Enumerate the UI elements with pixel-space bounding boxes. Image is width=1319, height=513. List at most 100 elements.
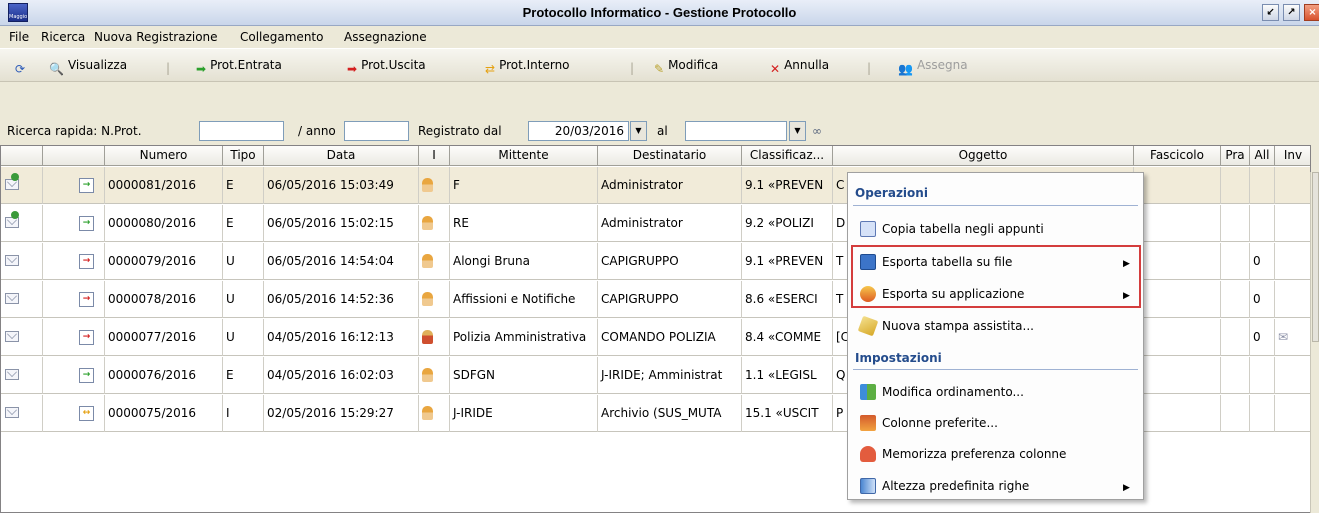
tipo-cell: U bbox=[223, 319, 264, 356]
fascicolo-cell bbox=[1134, 167, 1221, 204]
attachment-cell: 0 bbox=[1250, 319, 1275, 356]
mittente-cell: RE bbox=[450, 205, 598, 242]
destinatario-cell: Archivio (SUS_MUTA bbox=[598, 395, 742, 432]
destinatario-cell: COMANDO POLIZIA bbox=[598, 319, 742, 356]
minimize-button[interactable]: ↙ bbox=[1262, 4, 1279, 21]
menu-bar: File Ricerca Nuova Registrazione Collega… bbox=[0, 26, 1319, 48]
menu-divider bbox=[853, 205, 1138, 206]
column-header-numero[interactable]: Numero bbox=[105, 146, 223, 166]
export-table-file-menu-item[interactable]: Esporta tabella su file bbox=[860, 254, 1012, 270]
column-header-destinatario[interactable]: Destinatario bbox=[598, 146, 742, 166]
person-icon bbox=[422, 368, 433, 382]
app-export-icon bbox=[860, 286, 876, 302]
pra-cell bbox=[1221, 281, 1250, 318]
person-icon bbox=[422, 216, 433, 230]
assegna-button: 👥 Assegna bbox=[898, 58, 968, 76]
fascicolo-cell bbox=[1134, 357, 1221, 394]
column-header-tipo[interactable]: Tipo bbox=[223, 146, 264, 166]
maximize-button[interactable]: ↗ bbox=[1283, 4, 1300, 21]
application-window: Maggioli Protocollo Informatico - Gestio… bbox=[0, 0, 1319, 513]
year-input[interactable] bbox=[344, 121, 409, 141]
inv-cell bbox=[1275, 243, 1310, 280]
red-x-icon: ✕ bbox=[770, 62, 781, 76]
data-cell: 06/05/2016 15:03:49 bbox=[264, 167, 419, 204]
protocol-number-input[interactable] bbox=[199, 121, 284, 141]
envelope-icon bbox=[5, 331, 19, 342]
numero-cell: 0000078/2016 bbox=[105, 281, 223, 318]
floppy-disk-icon bbox=[860, 254, 876, 270]
pra-cell bbox=[1221, 167, 1250, 204]
check-icon bbox=[11, 211, 19, 219]
column-header-inv[interactable]: Inv bbox=[1275, 146, 1310, 166]
numero-cell: 0000079/2016 bbox=[105, 243, 223, 280]
submenu-arrow-icon: ▶ bbox=[1123, 259, 1130, 269]
vertical-scrollbar[interactable] bbox=[1310, 172, 1319, 513]
check-icon bbox=[11, 173, 19, 181]
copy-table-menu-item[interactable]: Copia tabella negli appunti bbox=[860, 221, 1044, 237]
window-title: Protocollo Informatico - Gestione Protoc… bbox=[522, 5, 797, 20]
column-header-fascicolo[interactable]: Fascicolo bbox=[1134, 146, 1221, 166]
new-print-menu-item[interactable]: Nuova stampa assistita... bbox=[857, 315, 1034, 337]
data-cell: 02/05/2016 15:29:27 bbox=[264, 395, 419, 432]
all-cell bbox=[1250, 167, 1275, 204]
incoming-document-icon: → bbox=[79, 216, 94, 231]
column-header-pra[interactable]: Pra bbox=[1221, 146, 1250, 166]
data-cell: 06/05/2016 15:02:15 bbox=[264, 205, 419, 242]
row-height-icon bbox=[860, 478, 876, 494]
prot-uscita-button[interactable]: ➡ Prot.Uscita bbox=[347, 58, 426, 76]
column-header-type-icon[interactable] bbox=[43, 146, 105, 166]
menu-assegnazione[interactable]: Assegnazione bbox=[344, 30, 427, 44]
registered-to-date-input[interactable] bbox=[685, 121, 787, 141]
menu-ricerca[interactable]: Ricerca bbox=[41, 30, 85, 44]
orange-arrows-icon: ⇄ bbox=[485, 62, 496, 76]
tipo-cell: E bbox=[223, 357, 264, 394]
context-menu: Operazioni Copia tabella negli appunti E… bbox=[847, 172, 1144, 500]
fascicolo-cell bbox=[1134, 319, 1221, 356]
modifica-button[interactable]: ✎ Modifica bbox=[654, 58, 718, 76]
classificazione-cell: 15.1 «USCIT bbox=[742, 395, 833, 432]
menu-nuova-registrazione[interactable]: Nuova Registrazione bbox=[94, 30, 218, 44]
destinatario-cell: J-IRIDE; Amministrat bbox=[598, 357, 742, 394]
all-cell bbox=[1250, 205, 1275, 242]
scrollbar-thumb[interactable] bbox=[1312, 172, 1319, 342]
classificazione-cell: 9.1 «PREVEN bbox=[742, 167, 833, 204]
save-columns-menu-item[interactable]: Memorizza preferenza colonne bbox=[860, 446, 1066, 462]
column-header-classificazione[interactable]: Classificaz... bbox=[742, 146, 833, 166]
export-application-menu-item[interactable]: Esporta su applicazione bbox=[860, 286, 1024, 302]
date-picker-button[interactable]: ▼ bbox=[789, 121, 806, 141]
edit-order-menu-item[interactable]: Modifica ordinamento... bbox=[860, 384, 1024, 400]
column-header-status[interactable] bbox=[1, 146, 43, 166]
column-header-data[interactable]: Data bbox=[264, 146, 419, 166]
preferred-columns-menu-item[interactable]: Colonne preferite... bbox=[860, 415, 998, 431]
operations-heading: Operazioni bbox=[855, 186, 928, 200]
menu-file[interactable]: File bbox=[9, 30, 29, 44]
destinatario-cell: Administrator bbox=[598, 167, 742, 204]
refresh-button[interactable]: ⟳ bbox=[15, 58, 29, 76]
column-header-i[interactable]: I bbox=[419, 146, 450, 166]
classificazione-cell: 9.1 «PREVEN bbox=[742, 243, 833, 280]
column-header-all[interactable]: All bbox=[1250, 146, 1275, 166]
visualizza-button[interactable]: 🔍 Visualizza bbox=[49, 58, 127, 76]
columns-icon bbox=[860, 415, 876, 431]
pra-cell bbox=[1221, 357, 1250, 394]
sort-order-icon bbox=[860, 384, 876, 400]
close-button[interactable]: × bbox=[1304, 4, 1319, 21]
to-label: al bbox=[657, 124, 668, 138]
prot-interno-button[interactable]: ⇄ Prot.Interno bbox=[485, 58, 570, 76]
date-picker-button[interactable]: ▼ bbox=[630, 121, 647, 141]
annulla-button[interactable]: ✕ Annulla bbox=[770, 58, 829, 76]
clear-filter-icon[interactable]: ∞ bbox=[812, 124, 822, 138]
main-toolbar: ⟳ 🔍 Visualizza | ➡ Prot.Entrata ➡ Prot.Usci… bbox=[0, 48, 1319, 82]
submenu-arrow-icon: ▶ bbox=[1123, 483, 1130, 493]
prot-entrata-button[interactable]: ➡ Prot.Entrata bbox=[196, 58, 282, 76]
numero-cell: 0000077/2016 bbox=[105, 319, 223, 356]
row-height-menu-item[interactable]: Altezza predefinita righe bbox=[860, 478, 1029, 494]
column-header-oggetto[interactable]: Oggetto bbox=[833, 146, 1134, 166]
classificazione-cell: 8.6 «ESERCI bbox=[742, 281, 833, 318]
outgoing-document-icon: → bbox=[79, 292, 94, 307]
column-header-mittente[interactable]: Mittente bbox=[450, 146, 598, 166]
mittente-cell: SDFGN bbox=[450, 357, 598, 394]
registered-from-date-input[interactable] bbox=[528, 121, 629, 141]
menu-divider bbox=[853, 369, 1138, 370]
menu-collegamento[interactable]: Collegamento bbox=[240, 30, 323, 44]
